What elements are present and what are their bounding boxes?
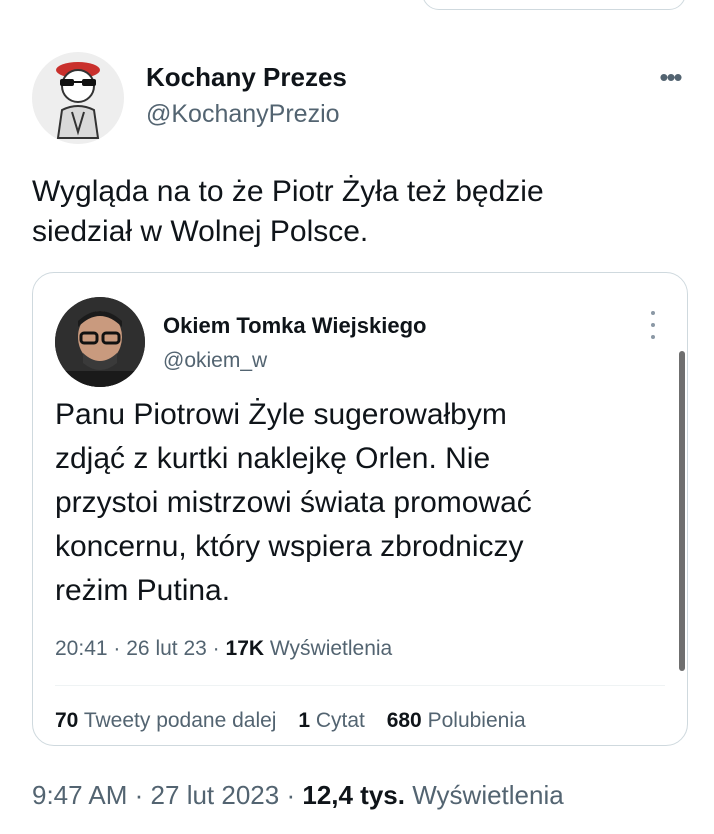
quotes-stat[interactable]: 1 Cytat — [298, 709, 370, 732]
meta-separator: · — [212, 637, 220, 660]
tweet-time[interactable]: 9:47 AM — [32, 780, 127, 810]
retweets-stat[interactable]: 70 Tweety podane dalej — [55, 709, 282, 732]
more-horizontal-icon[interactable]: ••• — [652, 60, 688, 94]
quote-time: 20:41 — [55, 637, 108, 660]
tweet-views-label: Wyświetlenia — [412, 780, 564, 810]
quoted-tweet-card[interactable]: Okiem Tomka Wiejskiego @okiem_w Panu Pio… — [32, 272, 688, 746]
tweet-timestamp: 9:47 AM · 27 lut 2023 · 12,4 tys. Wyświe… — [32, 780, 564, 811]
author-name[interactable]: Kochany Prezes — [146, 62, 347, 93]
tweet-views-count: 12,4 tys. — [302, 780, 405, 810]
quote-author-handle[interactable]: @okiem_w — [163, 349, 267, 373]
author-handle[interactable]: @KochanyPrezio — [146, 100, 340, 129]
top-card-edge — [422, 0, 686, 10]
quote-author-avatar-image — [55, 297, 145, 387]
meta-separator: · — [286, 780, 296, 810]
author-avatar[interactable] — [32, 52, 124, 144]
quote-date: 26 lut 23 — [126, 637, 207, 660]
quote-meta: 20:41 · 26 lut 23 · 17K Wyświetlenia — [55, 637, 392, 661]
likes-stat[interactable]: 680 Polubienia — [387, 709, 526, 732]
likes-label: Polubienia — [427, 709, 526, 732]
tweet-text: Wygląda na to że Piotr Żyła też będzie s… — [32, 175, 544, 248]
author-avatar-image — [32, 52, 124, 144]
quotes-label: Cytat — [315, 709, 365, 732]
likes-count: 680 — [386, 709, 422, 732]
scrollbar[interactable] — [679, 351, 685, 671]
quote-views-count: 17K — [225, 637, 265, 660]
quote-views-label: Wyświetlenia — [269, 637, 393, 660]
retweets-count: 70 — [55, 709, 79, 732]
quotes-count: 1 — [298, 709, 310, 732]
more-vertical-icon[interactable] — [643, 311, 663, 339]
meta-separator: · — [113, 637, 121, 660]
quote-text: Panu Piotrowi Żyle sugerowałbym zdjąć z … — [55, 398, 532, 607]
meta-separator: · — [134, 780, 144, 810]
divider — [55, 685, 665, 686]
quote-author-avatar[interactable] — [55, 297, 145, 387]
tweet-date[interactable]: 27 lut 2023 — [151, 780, 280, 810]
retweets-label: Tweety podane dalej — [83, 709, 277, 732]
quote-author-name[interactable]: Okiem Tomka Wiejskiego — [163, 313, 426, 339]
quote-stats: 70 Tweety podane dalej 1 Cytat 680 Polub… — [55, 709, 542, 733]
